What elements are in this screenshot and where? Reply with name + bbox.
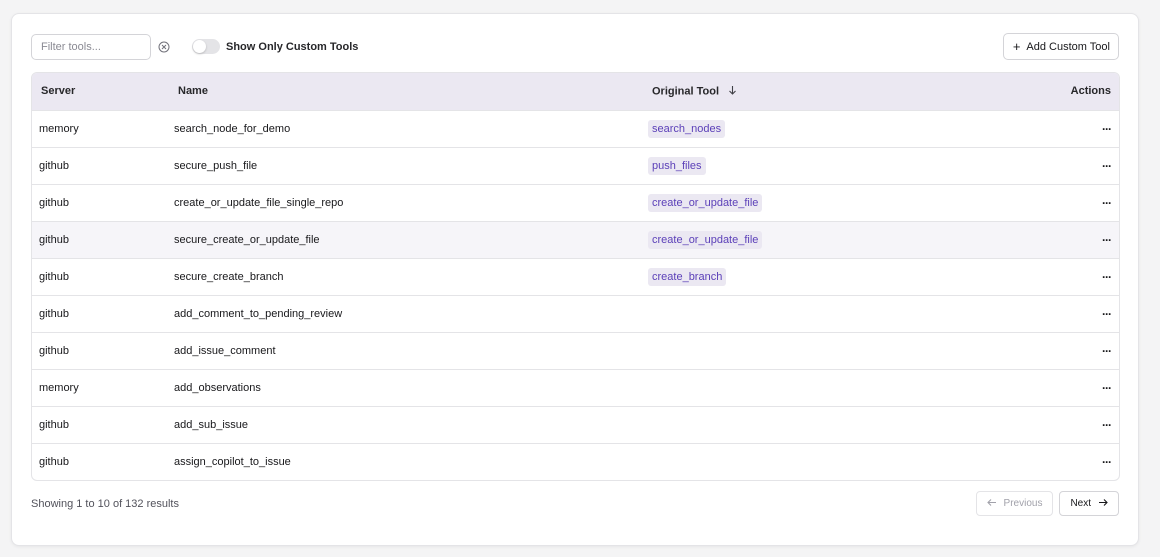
more-actions-icon[interactable]: ···: [1102, 159, 1112, 173]
column-header-name[interactable]: Name: [169, 73, 643, 110]
original-tool-badge: push_files: [648, 156, 706, 175]
actions-cell: ···: [983, 295, 1119, 332]
tool-name-cell: secure_create_or_update_file: [174, 233, 320, 246]
results-count: Showing 1 to 10 of 132 results: [31, 497, 179, 510]
actions-cell: ···: [983, 221, 1119, 258]
original-tool-cell: [643, 443, 983, 480]
original-tool-cell: push_files: [643, 147, 983, 184]
plus-icon: +: [1012, 39, 1021, 54]
actions-cell: ···: [983, 332, 1119, 369]
tool-name-cell: add_issue_comment: [174, 344, 276, 357]
filter-tools-input[interactable]: [31, 33, 151, 60]
original-tool-cell: [643, 295, 983, 332]
original-tool-cell: [643, 369, 983, 406]
original-tool-cell: [643, 332, 983, 369]
next-label: Next: [1070, 498, 1091, 509]
tool-name-cell: secure_create_branch: [174, 270, 284, 283]
custom-tools-card: Show Only Custom Tools + Add Custom Tool…: [11, 13, 1139, 546]
original-tool-cell: create_branch: [643, 258, 983, 295]
more-actions-icon[interactable]: ···: [1102, 196, 1112, 210]
more-actions-icon[interactable]: ···: [1102, 233, 1112, 247]
more-actions-icon[interactable]: ···: [1102, 344, 1112, 358]
table-row[interactable]: github add_comment_to_pending_review ···: [32, 295, 1119, 332]
original-tool-badge: search_nodes: [648, 119, 726, 138]
server-cell: github: [39, 455, 69, 468]
column-header-server[interactable]: Server: [32, 73, 169, 110]
more-actions-icon[interactable]: ···: [1102, 418, 1112, 432]
server-cell: github: [39, 418, 69, 431]
table-row[interactable]: github assign_copilot_to_issue ···: [32, 443, 1119, 480]
more-actions-icon[interactable]: ···: [1102, 122, 1112, 136]
tool-name-cell: add_comment_to_pending_review: [174, 307, 343, 320]
tool-name-cell: add_observations: [174, 381, 261, 394]
arrow-left-icon: [986, 498, 997, 510]
original-tool-badge: create_or_update_file: [648, 230, 763, 249]
previous-page-button[interactable]: Previous: [975, 491, 1054, 516]
arrow-right-icon: [1098, 498, 1108, 510]
server-cell: github: [39, 270, 69, 283]
table-row[interactable]: github create_or_update_file_single_repo c…: [32, 184, 1119, 221]
actions-cell: ···: [983, 406, 1119, 443]
table-row[interactable]: github add_issue_comment ···: [32, 332, 1119, 369]
actions-cell: ···: [983, 110, 1119, 147]
pagination-footer: Showing 1 to 10 of 132 results Previous …: [31, 491, 1119, 516]
clear-filter-icon[interactable]: [157, 40, 170, 53]
arrow-down-icon: [728, 85, 737, 98]
previous-label: Previous: [1003, 498, 1043, 509]
original-tool-cell: create_or_update_file: [643, 184, 983, 221]
original-tool-badge: create_or_update_file: [648, 193, 763, 212]
actions-cell: ···: [983, 184, 1119, 221]
original-tool-cell: [643, 406, 983, 443]
column-header-actions: Actions: [1070, 85, 1111, 98]
original-tool-header-label: Original Tool: [652, 85, 720, 98]
toolbar: Show Only Custom Tools + Add Custom Tool: [31, 33, 1119, 60]
more-actions-icon[interactable]: ···: [1102, 307, 1112, 321]
custom-tools-toggle[interactable]: [192, 39, 220, 54]
tool-name-cell: add_sub_issue: [174, 418, 249, 431]
original-tool-badge: create_branch: [648, 267, 727, 286]
toggle-knob: [193, 40, 206, 53]
server-cell: github: [39, 344, 69, 357]
actions-cell: ···: [983, 147, 1119, 184]
tool-name-cell: secure_push_file: [174, 159, 258, 172]
more-actions-icon[interactable]: ···: [1102, 381, 1112, 395]
table-row[interactable]: github secure_push_file push_files ···: [32, 147, 1119, 184]
server-cell: github: [39, 307, 69, 320]
more-actions-icon[interactable]: ···: [1102, 455, 1112, 469]
add-custom-tool-label: Add Custom Tool: [1026, 40, 1110, 53]
table-row[interactable]: memory search_node_for_demo search_nodes ··…: [32, 110, 1119, 147]
add-custom-tool-button[interactable]: + Add Custom Tool: [1002, 33, 1119, 60]
actions-cell: ···: [983, 443, 1119, 480]
tool-name-cell: create_or_update_file_single_repo: [174, 196, 344, 209]
server-cell: memory: [39, 381, 79, 394]
original-tool-cell: create_or_update_file: [643, 221, 983, 258]
table-row[interactable]: github add_sub_issue ···: [32, 406, 1119, 443]
table-row[interactable]: github secure_create_branch create_branch ·…: [32, 258, 1119, 295]
server-cell: github: [39, 233, 69, 246]
server-cell: github: [39, 196, 69, 209]
actions-cell: ···: [983, 369, 1119, 406]
table-row[interactable]: github secure_create_or_update_file create…: [32, 221, 1119, 258]
actions-cell: ···: [983, 258, 1119, 295]
next-page-button[interactable]: Next: [1059, 491, 1119, 516]
toggle-label: Show Only Custom Tools: [226, 40, 359, 53]
column-header-original-tool[interactable]: Original Tool: [643, 73, 983, 110]
server-cell: github: [39, 159, 69, 172]
tools-table: Server Name Original Tool Actions memory…: [31, 72, 1120, 481]
original-tool-cell: search_nodes: [643, 110, 983, 147]
table-header-row: Server Name Original Tool Actions: [32, 73, 1119, 110]
tool-name-cell: assign_copilot_to_issue: [174, 455, 291, 468]
tool-name-cell: search_node_for_demo: [174, 122, 291, 135]
table-row[interactable]: memory add_observations ···: [32, 369, 1119, 406]
more-actions-icon[interactable]: ···: [1102, 270, 1112, 284]
server-cell: memory: [39, 122, 79, 135]
